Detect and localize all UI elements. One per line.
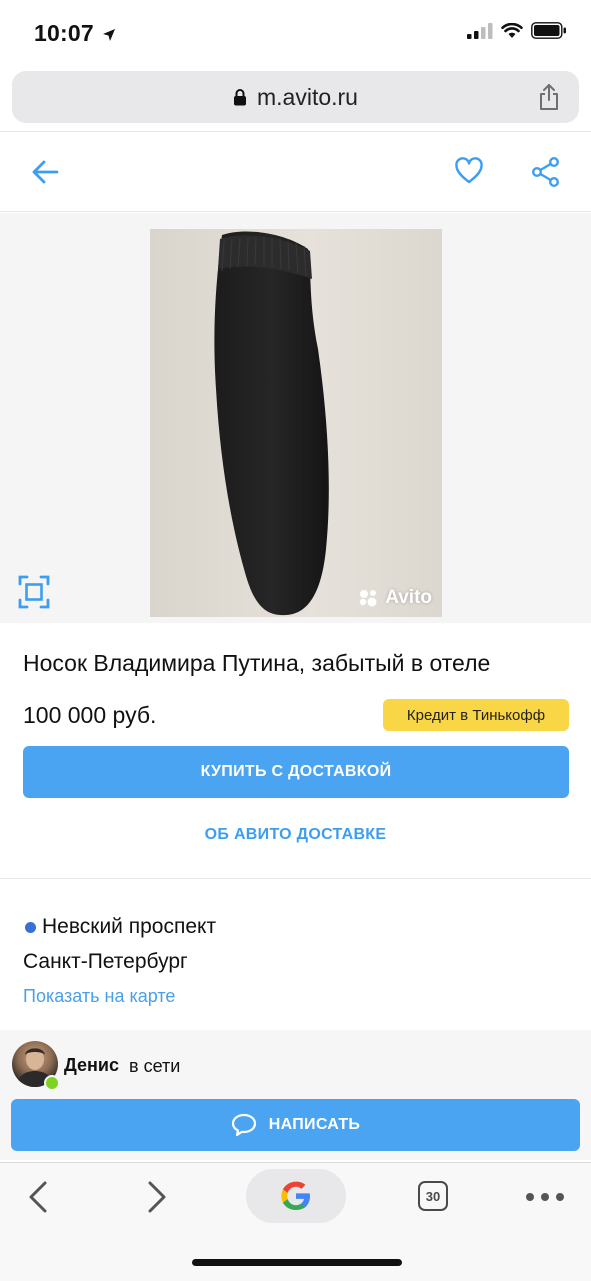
tabs-button[interactable]: 30 — [418, 1181, 448, 1211]
metro-dot-icon — [25, 922, 36, 933]
google-logo-icon — [281, 1181, 310, 1210]
listing-photo[interactable]: Avito — [150, 229, 442, 617]
battery-icon — [531, 22, 566, 39]
share-icon[interactable] — [531, 156, 561, 188]
location-arrow-icon — [103, 28, 116, 41]
about-delivery-link[interactable]: ОБ АВИТО ДОСТАВКЕ — [0, 826, 591, 844]
metro-station: Невский проспект — [42, 915, 217, 938]
city-name: Санкт-Петербург — [23, 950, 188, 973]
back-arrow-icon[interactable] — [30, 158, 60, 186]
lock-icon — [234, 89, 246, 106]
listing-price: 100 000 руб. — [23, 702, 157, 728]
chat-bubble-icon — [231, 1113, 256, 1137]
share-sheet-icon[interactable] — [537, 83, 561, 111]
avito-logo-icon — [360, 590, 377, 607]
credit-badge[interactable]: Кредит в Тинькофф — [383, 699, 569, 731]
fullscreen-icon[interactable] — [18, 574, 50, 610]
write-button-label: НАПИСАТЬ — [268, 1116, 361, 1133]
home-indicator[interactable] — [192, 1259, 402, 1266]
url-text: m.avito.ru — [257, 83, 358, 110]
buy-with-delivery-button[interactable]: КУПИТЬ С ДОСТАВКОЙ — [23, 746, 569, 798]
google-search-button[interactable] — [246, 1169, 346, 1223]
wifi-icon — [501, 22, 523, 38]
online-status-icon — [44, 1075, 60, 1091]
sock-image — [214, 231, 329, 616]
url-display[interactable]: m.avito.ru — [12, 71, 579, 123]
favorite-heart-icon[interactable] — [454, 157, 484, 185]
status-time: 10:07 — [34, 20, 116, 47]
more-options-icon[interactable] — [525, 1192, 565, 1202]
listing-title: Носок Владимира Путина, забытый в отеле — [23, 650, 491, 676]
browser-forward-icon[interactable] — [146, 1180, 168, 1214]
browser-back-icon[interactable] — [27, 1180, 49, 1214]
cellular-signal-icon — [467, 22, 493, 39]
show-on-map-link[interactable]: Показать на карте — [23, 986, 175, 1007]
avito-watermark: Avito — [358, 587, 432, 609]
divider — [0, 878, 591, 879]
seller-name[interactable]: Денис — [64, 1055, 119, 1076]
divider — [0, 131, 591, 132]
seller-status: в сети — [129, 1056, 181, 1076]
status-indicators — [467, 22, 567, 39]
write-message-button[interactable]: НАПИСАТЬ — [11, 1099, 580, 1151]
address-bar[interactable]: m.avito.ru — [12, 71, 579, 123]
divider — [0, 211, 591, 212]
